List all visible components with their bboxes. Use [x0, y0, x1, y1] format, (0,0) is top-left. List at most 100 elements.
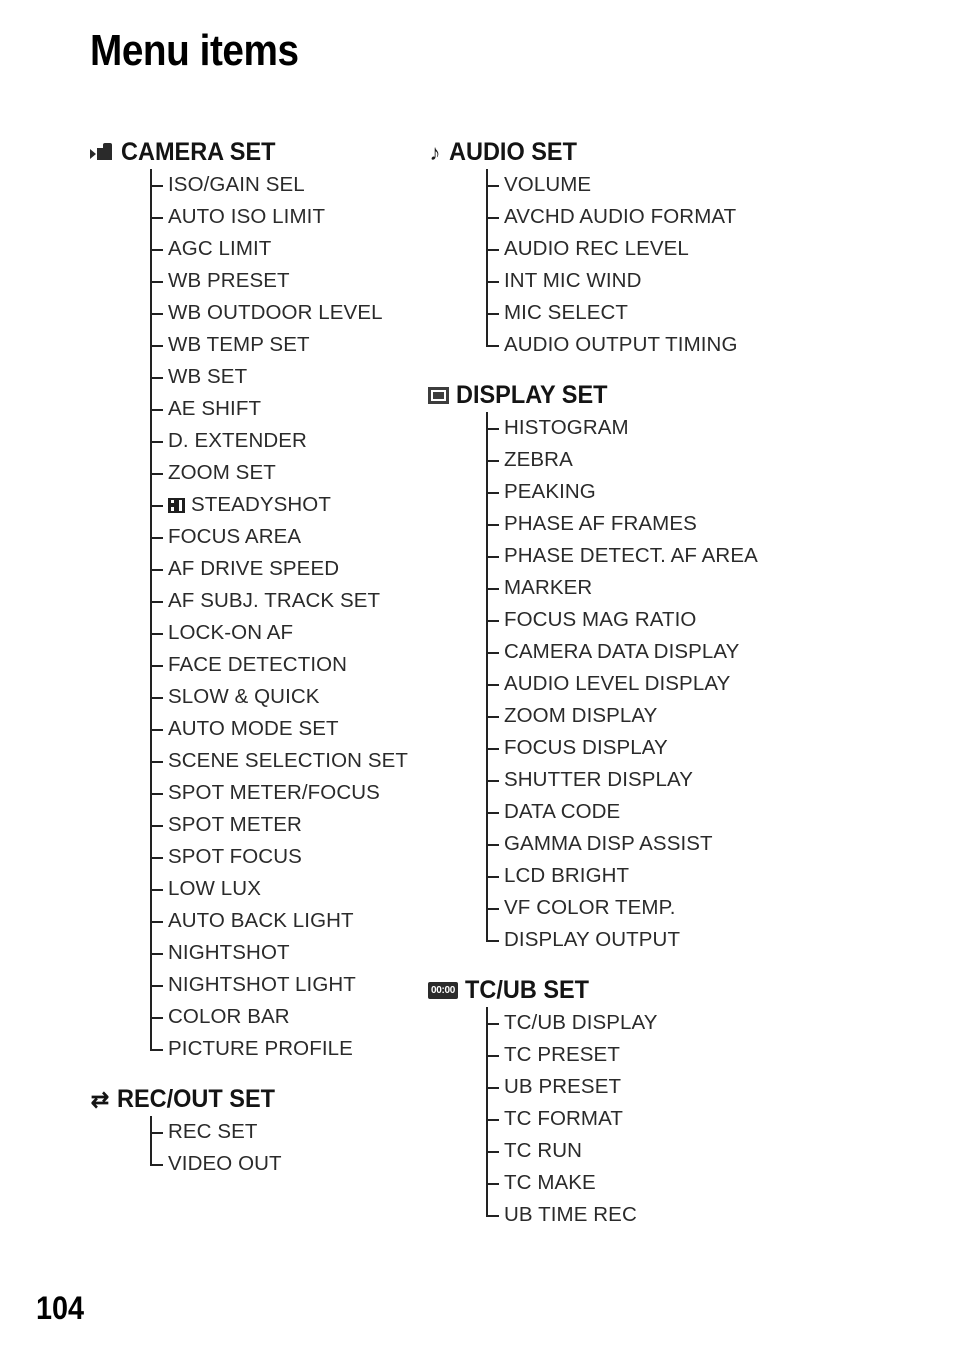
section-title: AUDIO SET — [449, 138, 577, 166]
menu-item[interactable]: LOW LUX — [90, 873, 430, 905]
menu-item[interactable]: DATA CODE — [428, 796, 848, 828]
menu-item[interactable]: ZEBRA — [428, 444, 848, 476]
menu-item[interactable]: VF COLOR TEMP. — [428, 892, 848, 924]
menu-item-label: SPOT METER/FOCUS — [168, 781, 380, 804]
menu-item-label: VF COLOR TEMP. — [504, 896, 676, 919]
menu-item-label-wrap: FOCUS AREA — [168, 525, 301, 549]
menu-item-label-wrap: UB TIME REC — [504, 1203, 637, 1227]
menu-item[interactable]: WB OUTDOOR LEVEL — [90, 297, 430, 329]
menu-item-label: PEAKING — [504, 480, 596, 503]
menu-item[interactable]: TC MAKE — [428, 1167, 848, 1199]
menu-item[interactable]: CAMERA DATA DISPLAY — [428, 636, 848, 668]
section-header[interactable]: ♪ AUDIO SET — [428, 138, 848, 167]
menu-item-label-wrap: INT MIC WIND — [504, 269, 641, 293]
menu-item[interactable]: AUDIO REC LEVEL — [428, 233, 848, 265]
menu-section: ⇄ REC/OUT SET REC SET VIDEO OUT — [90, 1085, 430, 1180]
menu-item[interactable]: GAMMA DISP ASSIST — [428, 828, 848, 860]
menu-item-label: AUTO ISO LIMIT — [168, 205, 326, 228]
menu-item[interactable]: WB PRESET — [90, 265, 430, 297]
menu-item[interactable]: WB TEMP SET — [90, 329, 430, 361]
menu-item[interactable]: ZOOM SET — [90, 457, 430, 489]
menu-item[interactable]: TC RUN — [428, 1135, 848, 1167]
page-number: 104 — [36, 1290, 85, 1326]
menu-item[interactable]: AUDIO LEVEL DISPLAY — [428, 668, 848, 700]
menu-item-label: PICTURE PROFILE — [168, 1037, 353, 1060]
menu-item[interactable]: VOLUME — [428, 169, 848, 201]
menu-item[interactable]: AVCHD AUDIO FORMAT — [428, 201, 848, 233]
menu-item[interactable]: NIGHTSHOT LIGHT — [90, 969, 430, 1001]
menu-item[interactable]: FOCUS DISPLAY — [428, 732, 848, 764]
menu-item-label-wrap: STEADYSHOT — [168, 493, 331, 517]
menu-item-label: TC PRESET — [504, 1043, 620, 1066]
menu-item-label-wrap: REC SET — [168, 1120, 258, 1144]
menu-item-label-wrap: AUDIO REC LEVEL — [504, 237, 689, 261]
swap-arrows-icon: ⇄ — [90, 1086, 110, 1112]
menu-item[interactable]: WB SET — [90, 361, 430, 393]
section-header[interactable]: DISPLAY SET — [428, 381, 848, 410]
menu-item[interactable]: NIGHTSHOT — [90, 937, 430, 969]
menu-item[interactable]: ISO/GAIN SEL — [90, 169, 430, 201]
menu-item[interactable]: AF SUBJ. TRACK SET — [90, 585, 430, 617]
menu-item-label: FOCUS MAG RATIO — [504, 608, 697, 631]
menu-item[interactable]: HISTOGRAM — [428, 412, 848, 444]
menu-item[interactable]: SPOT FOCUS — [90, 841, 430, 873]
menu-item-label: UB PRESET — [504, 1075, 622, 1098]
menu-item-label: WB TEMP SET — [168, 333, 310, 356]
menu-item[interactable]: SPOT METER — [90, 809, 430, 841]
section-header[interactable]: ⇄ REC/OUT SET — [90, 1085, 430, 1114]
menu-item[interactable]: SPOT METER/FOCUS — [90, 777, 430, 809]
menu-item[interactable]: INT MIC WIND — [428, 265, 848, 297]
menu-item[interactable]: FACE DETECTION — [90, 649, 430, 681]
menu-item-label-wrap: COLOR BAR — [168, 1005, 290, 1029]
menu-item-label-wrap: TC FORMAT — [504, 1107, 623, 1131]
menu-item[interactable]: DISPLAY OUTPUT — [428, 924, 848, 956]
menu-item[interactable]: UB PRESET — [428, 1071, 848, 1103]
left-column: CAMERA SET ISO/GAIN SEL AUTO ISO LIMIT AGC … — [90, 138, 430, 1180]
menu-item[interactable]: TC/UB DISPLAY — [428, 1007, 848, 1039]
menu-item[interactable]: VIDEO OUT — [90, 1148, 430, 1180]
menu-item[interactable]: FOCUS MAG RATIO — [428, 604, 848, 636]
menu-item[interactable]: AE SHIFT — [90, 393, 430, 425]
menu-item-label-wrap: D. EXTENDER — [168, 429, 307, 453]
menu-item[interactable]: FOCUS AREA — [90, 521, 430, 553]
menu-item-label: WB PRESET — [168, 269, 290, 292]
section-header[interactable]: 00:00 TC/UB SET — [428, 976, 848, 1005]
menu-item[interactable]: AUDIO OUTPUT TIMING — [428, 329, 848, 361]
menu-item[interactable]: PEAKING — [428, 476, 848, 508]
menu-item[interactable]: SHUTTER DISPLAY — [428, 764, 848, 796]
menu-item-label: LOCK-ON AF — [168, 621, 294, 644]
menu-item[interactable]: MIC SELECT — [428, 297, 848, 329]
section-header[interactable]: CAMERA SET — [90, 138, 430, 167]
page-title: Menu items — [90, 26, 299, 75]
menu-item[interactable]: STEADYSHOT — [90, 489, 430, 521]
menu-item-label: AF SUBJ. TRACK SET — [168, 589, 381, 612]
menu-item-label-wrap: CAMERA DATA DISPLAY — [504, 640, 739, 664]
menu-item[interactable]: ZOOM DISPLAY — [428, 700, 848, 732]
film-strip-icon — [168, 497, 185, 513]
menu-item[interactable]: D. EXTENDER — [90, 425, 430, 457]
menu-item[interactable]: LCD BRIGHT — [428, 860, 848, 892]
menu-item-label: MIC SELECT — [504, 301, 629, 324]
menu-item[interactable]: UB TIME REC — [428, 1199, 848, 1231]
menu-item[interactable]: SCENE SELECTION SET — [90, 745, 430, 777]
menu-item[interactable]: REC SET — [90, 1116, 430, 1148]
menu-item[interactable]: AUTO ISO LIMIT — [90, 201, 430, 233]
menu-item[interactable]: TC PRESET — [428, 1039, 848, 1071]
menu-item-label: DATA CODE — [504, 800, 621, 823]
menu-item[interactable]: PICTURE PROFILE — [90, 1033, 430, 1065]
menu-item[interactable]: AGC LIMIT — [90, 233, 430, 265]
menu-item-label-wrap: SCENE SELECTION SET — [168, 749, 408, 773]
menu-item[interactable]: PHASE AF FRAMES — [428, 508, 848, 540]
menu-item-label-wrap: ZOOM SET — [168, 461, 276, 485]
menu-item[interactable]: AUTO BACK LIGHT — [90, 905, 430, 937]
menu-item[interactable]: AF DRIVE SPEED — [90, 553, 430, 585]
menu-item[interactable]: LOCK-ON AF — [90, 617, 430, 649]
menu-item-label: COLOR BAR — [168, 1005, 290, 1028]
menu-item[interactable]: TC FORMAT — [428, 1103, 848, 1135]
menu-item[interactable]: SLOW & QUICK — [90, 681, 430, 713]
menu-item[interactable]: COLOR BAR — [90, 1001, 430, 1033]
menu-item[interactable]: PHASE DETECT. AF AREA — [428, 540, 848, 572]
menu-item[interactable]: MARKER — [428, 572, 848, 604]
menu-item-label: ZOOM SET — [168, 461, 276, 484]
menu-item[interactable]: AUTO MODE SET — [90, 713, 430, 745]
